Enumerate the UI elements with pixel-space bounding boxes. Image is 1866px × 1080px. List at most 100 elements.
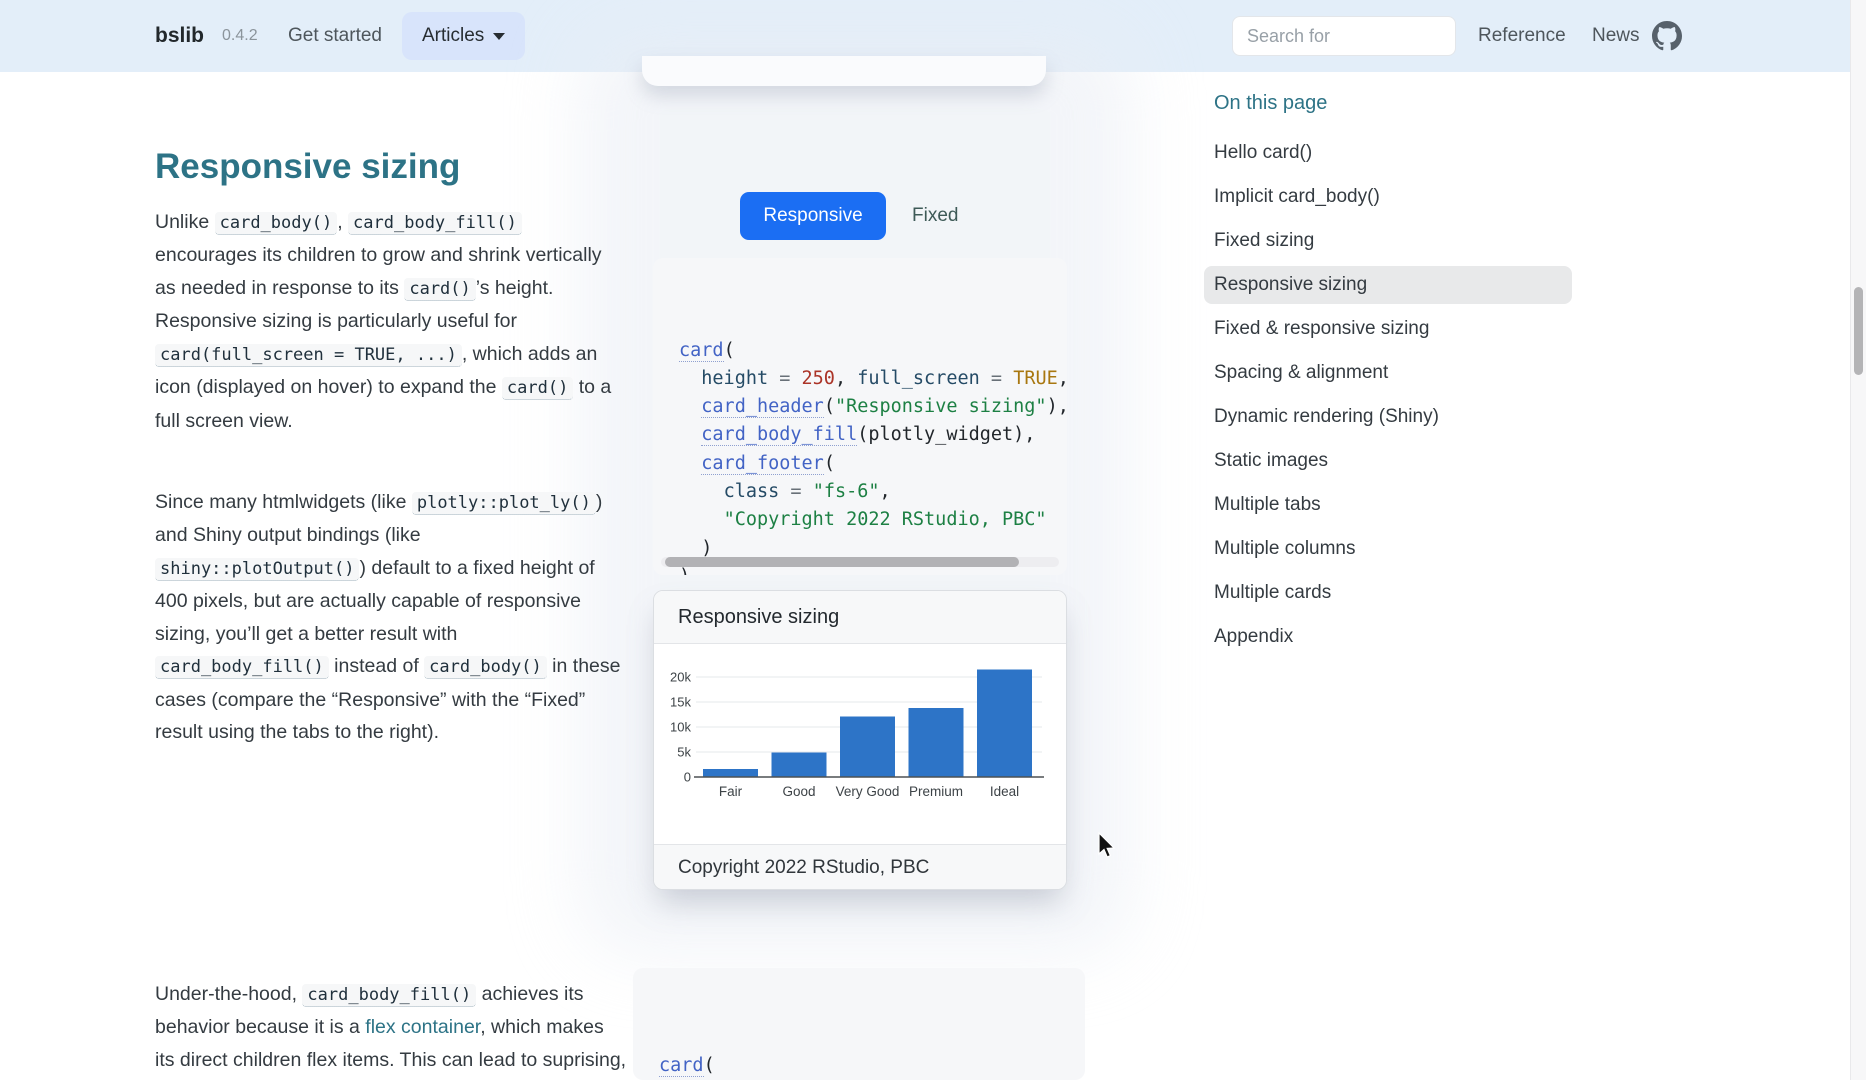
inline-code[interactable]: card_body() (424, 656, 547, 679)
code-line: card_body_fill(plotly_widget), (679, 421, 1067, 449)
toc-item-multiple-cards[interactable]: Multiple cards (1204, 574, 1572, 612)
nav-reference[interactable]: Reference (1478, 0, 1566, 72)
bar-good[interactable] (772, 753, 827, 778)
svg-text:Good: Good (782, 784, 815, 799)
version-label: 0.4.2 (222, 0, 258, 72)
previous-card-bottom-edge (642, 56, 1046, 86)
code-token: = (768, 368, 801, 389)
code-token (679, 509, 724, 530)
card-header: Responsive sizing (654, 591, 1066, 644)
code-token: TRUE (1013, 368, 1058, 389)
bar-ideal[interactable] (977, 670, 1032, 778)
page-scrollbar-thumb[interactable] (1854, 287, 1863, 375)
code-function-link[interactable]: card_header (701, 396, 824, 418)
toc-item-responsive-sizing[interactable]: Responsive sizing (1204, 266, 1572, 304)
page: bslib 0.4.2 Get started Articles Referen… (0, 0, 1866, 1080)
code-scrollbar-thumb[interactable] (665, 557, 1019, 567)
code-token: ( (824, 453, 835, 474)
github-icon[interactable] (1652, 21, 1682, 51)
paragraph: Unlike card_body(), card_body_fill() enc… (155, 206, 627, 438)
svg-text:20k: 20k (670, 670, 691, 685)
bar-very-good[interactable] (840, 717, 895, 778)
inline-code[interactable]: plotly::plot_ly() (412, 492, 596, 515)
code-token: ( (724, 340, 735, 361)
text-link[interactable]: flex container (365, 1016, 480, 1038)
card-body: 05k10k15k20kFairGoodVery GoodPremiumIdea… (654, 644, 1066, 844)
code-token: , (1058, 368, 1067, 389)
code-horizontal-scrollbar (661, 557, 1059, 567)
paragraph: Since many htmlwidgets (like plotly::plo… (155, 486, 627, 749)
inline-code[interactable]: card(full_screen = TRUE, ...) (155, 344, 462, 367)
on-this-page-nav: On this page Hello card() Implicit card_b… (1204, 88, 1572, 662)
inline-code[interactable]: card_body_fill() (155, 656, 329, 679)
toc-item-fixed-sizing[interactable]: Fixed sizing (1204, 222, 1572, 260)
toc-item-multiple-columns[interactable]: Multiple columns (1204, 530, 1572, 568)
toc-item-static-images[interactable]: Static images (1204, 442, 1572, 480)
svg-text:Fair: Fair (719, 784, 743, 799)
code-function-link[interactable]: card (679, 340, 724, 362)
toc-item-multiple-tabs[interactable]: Multiple tabs (1204, 486, 1572, 524)
svg-text:Ideal: Ideal (990, 784, 1019, 799)
code-token: , (880, 481, 891, 502)
code-token: ( (857, 424, 868, 445)
code-token (679, 368, 701, 389)
code-token: ), (1013, 424, 1035, 445)
code-token: = (779, 481, 812, 502)
search-input[interactable] (1232, 16, 1456, 56)
nav-articles-label: Articles (422, 25, 484, 47)
code-line: class = "fs-6", (679, 478, 1067, 506)
code-lines: card( height = 250, full_screen = TRUE, … (659, 1050, 1085, 1080)
toc-list: Hello card() Implicit card_body() Fixed si… (1204, 134, 1572, 656)
tab-fixed[interactable]: Fixed (912, 192, 958, 240)
code-block-responsive: card( height = 250, full_screen = TRUE, … (653, 258, 1067, 575)
code-token: ( (824, 396, 835, 417)
svg-text:10k: 10k (670, 720, 691, 735)
code-token: class (724, 481, 780, 502)
code-token: ( (704, 1055, 715, 1076)
code-token (679, 424, 701, 445)
code-block-action-link: card( height = 250, full_screen = TRUE, … (633, 968, 1085, 1080)
code-function-link[interactable]: card_footer (701, 453, 824, 475)
code-line: height = 250, full_screen = TRUE, (679, 365, 1067, 393)
inline-code[interactable]: shiny::plotOutput() (155, 558, 359, 581)
tab-responsive[interactable]: Responsive (740, 192, 886, 240)
bar-premium[interactable] (909, 708, 964, 777)
code-lines: card( height = 250, full_screen = TRUE, … (679, 337, 1067, 575)
article-column: Responsive sizing Unlike card_body(), ca… (155, 72, 627, 1080)
toc-item-appendix[interactable]: Appendix (1204, 618, 1572, 656)
bar-fair[interactable] (703, 769, 758, 777)
code-token: = (980, 368, 1013, 389)
inline-code[interactable]: card_body_fill() (302, 984, 476, 1007)
svg-text:0: 0 (684, 770, 691, 785)
nav-get-started[interactable]: Get started (288, 0, 382, 72)
code-token (679, 453, 701, 474)
code-token: height (701, 368, 768, 389)
code-token: "fs-6" (813, 481, 880, 502)
brand[interactable]: bslib (155, 0, 204, 72)
on-this-page-title: On this page (1204, 88, 1572, 118)
responsive-sizing-card: Responsive sizing 05k10k15k20kFairGoodVe… (653, 590, 1067, 890)
toc-item-dynamic-rendering-shiny[interactable]: Dynamic rendering (Shiny) (1204, 398, 1572, 436)
toc-item-implicit-card-body[interactable]: Implicit card_body() (1204, 178, 1572, 216)
code-token (679, 396, 701, 417)
svg-text:15k: 15k (670, 695, 691, 710)
inline-code[interactable]: card() (502, 377, 573, 400)
card-footer: Copyright 2022 RStudio, PBC (654, 844, 1066, 890)
code-token: full_screen (857, 368, 980, 389)
code-function-link[interactable]: card_body_fill (701, 424, 857, 446)
code-token: plotly_widget (868, 424, 1013, 445)
page-scrollbar[interactable] (1850, 0, 1866, 1080)
plotly-bar-chart[interactable]: 05k10k15k20kFairGoodVery GoodPremiumIdea… (654, 644, 1066, 849)
code-token: , (835, 368, 857, 389)
page-title: Responsive sizing (155, 147, 460, 187)
inline-code[interactable]: card() (404, 278, 475, 301)
toc-item-spacing-alignment[interactable]: Spacing & alignment (1204, 354, 1572, 392)
toc-item-fixed-responsive-sizing[interactable]: Fixed & responsive sizing (1204, 310, 1572, 348)
inline-code[interactable]: card_body() (215, 212, 338, 235)
inline-code[interactable]: card_body_fill() (348, 212, 522, 235)
svg-text:5k: 5k (677, 745, 691, 760)
nav-news[interactable]: News (1592, 0, 1640, 72)
nav-articles-dropdown[interactable]: Articles (402, 0, 525, 72)
toc-item-hello-card[interactable]: Hello card() (1204, 134, 1572, 172)
code-function-link[interactable]: card (659, 1055, 704, 1077)
